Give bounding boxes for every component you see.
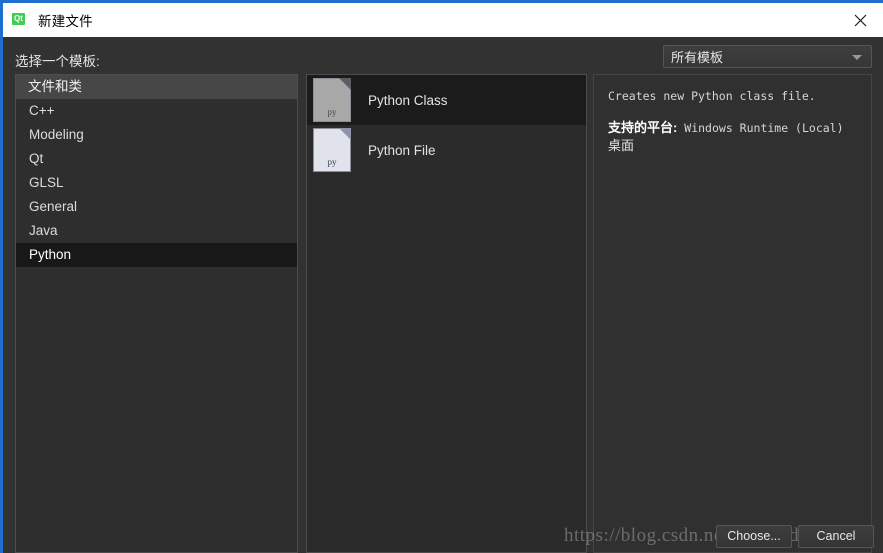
template-description-panel: Creates new Python class file. 支持的平台: Wi… [593, 74, 872, 553]
category-item-general[interactable]: General [16, 195, 297, 219]
category-item-cpp[interactable]: C++ [16, 99, 297, 123]
close-icon[interactable] [837, 3, 883, 37]
window-title: 新建文件 [38, 14, 93, 29]
choose-template-label: 选择一个模板: [15, 54, 100, 69]
cancel-button[interactable]: Cancel [798, 525, 874, 548]
description-summary: Creates new Python class file. [608, 89, 816, 103]
template-item-label: Python Class [368, 92, 448, 108]
dialog-body: 选择一个模板: 所有模板 文件和类 C++ Modeling Qt GLSL G… [3, 37, 883, 553]
chevron-down-icon [852, 55, 862, 60]
category-item-python[interactable]: Python [16, 243, 297, 267]
new-file-dialog: Qt 新建文件 选择一个模板: 所有模板 文件和类 C++ Modeling Q… [0, 0, 883, 553]
category-item-modeling[interactable]: Modeling [16, 123, 297, 147]
template-description: Creates new Python class file. 支持的平台: Wi… [594, 75, 871, 154]
category-item-qt[interactable]: Qt [16, 147, 297, 171]
panels-row: 文件和类 C++ Modeling Qt GLSL General Java P… [15, 74, 872, 553]
supported-platforms-value-second: 桌面 [608, 138, 635, 153]
category-group-header: 文件和类 [16, 75, 297, 99]
python-file-icon-ext: py [327, 107, 337, 117]
supported-platforms-label: 支持的平台: [608, 120, 678, 135]
python-file-icon: py [313, 128, 351, 172]
qt-logo-icon: Qt [12, 12, 29, 29]
category-item-glsl[interactable]: GLSL [16, 171, 297, 195]
template-filter-combobox[interactable]: 所有模板 [663, 45, 872, 68]
dialog-footer: Choose... Cancel [716, 525, 874, 548]
category-list-panel: 文件和类 C++ Modeling Qt GLSL General Java P… [15, 74, 298, 553]
template-item-python-file[interactable]: py Python File [307, 125, 586, 175]
template-item-python-class[interactable]: py Python Class [307, 75, 586, 125]
python-file-icon: py [313, 78, 351, 122]
template-item-label: Python File [368, 142, 436, 158]
category-item-java[interactable]: Java [16, 219, 297, 243]
supported-platforms-value: Windows Runtime (Local) [684, 121, 844, 135]
template-list-panel: py Python Class py Python File [306, 74, 587, 553]
supported-platforms-row: 支持的平台: Windows Runtime (Local) [608, 119, 857, 137]
title-bar: Qt 新建文件 [3, 3, 883, 37]
python-file-icon-ext: py [327, 157, 337, 167]
template-filter-value: 所有模板 [671, 50, 724, 65]
qt-logo-text: Qt [12, 12, 25, 25]
choose-button[interactable]: Choose... [716, 525, 792, 548]
